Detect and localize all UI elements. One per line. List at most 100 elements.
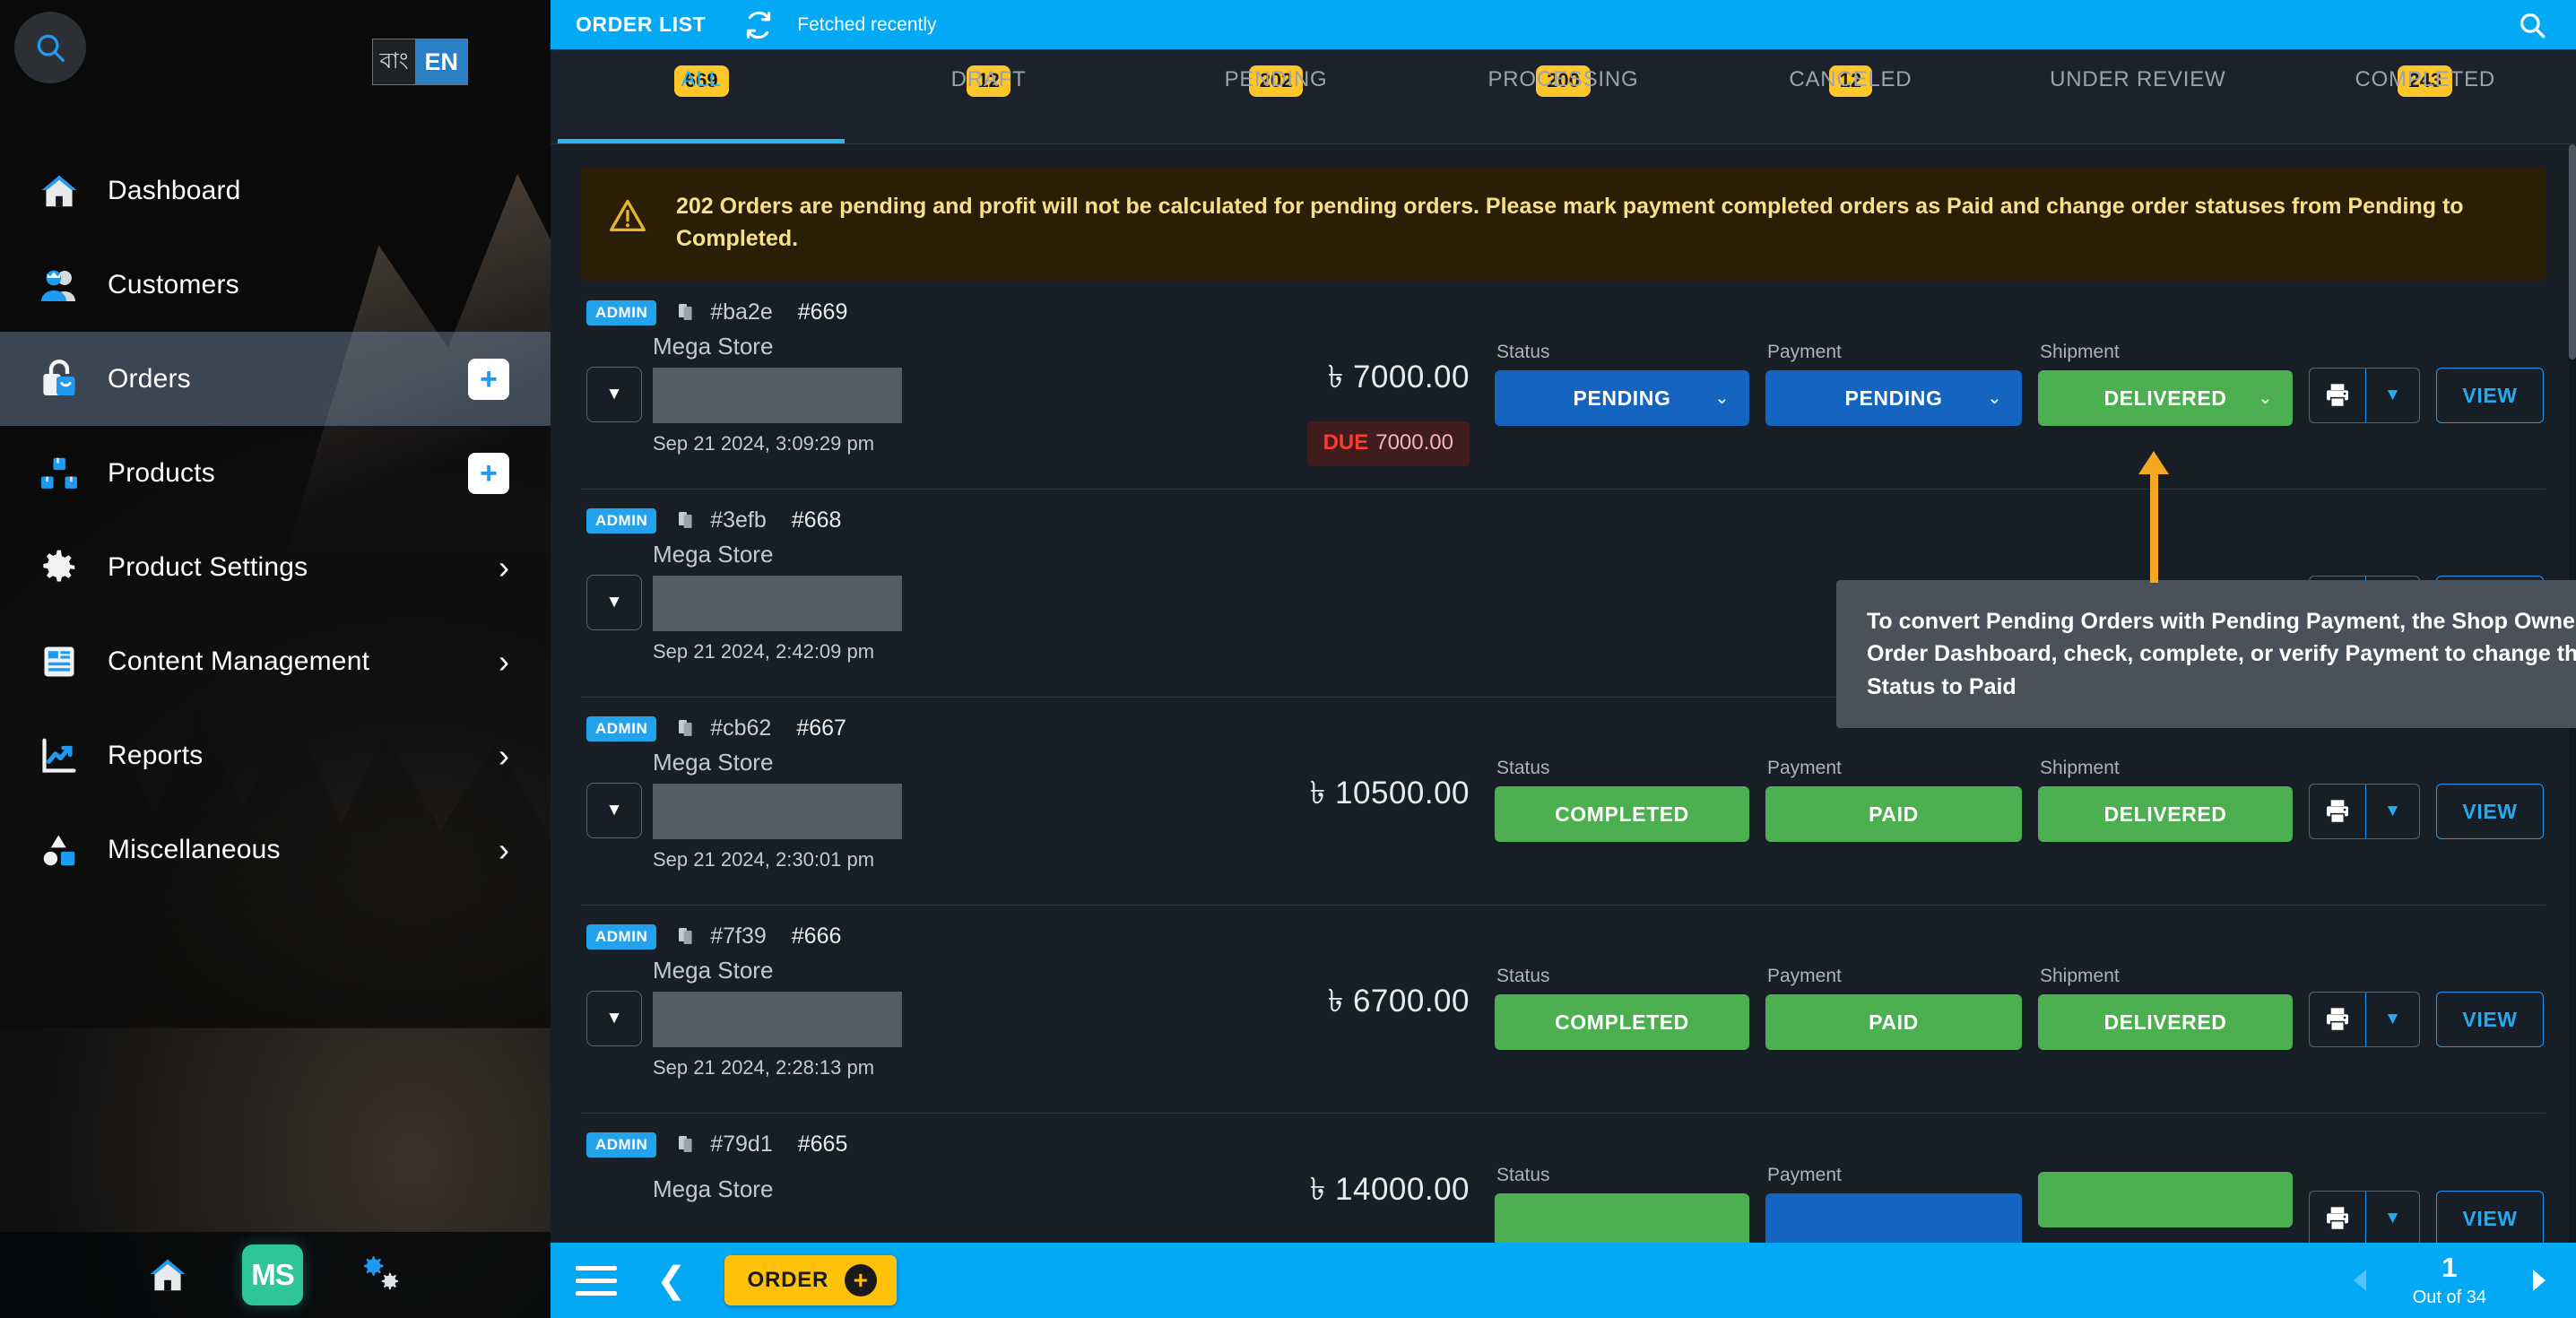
sidebar-nav: Dashboard Customers Orders + Products + … <box>0 143 551 897</box>
order-row-header: ADMIN #79d1 #665 <box>581 1124 2546 1159</box>
copy-icon[interactable] <box>676 926 698 948</box>
sidebar-item-product-settings[interactable]: Product Settings › <box>0 520 551 614</box>
order-number: #669 <box>797 299 848 325</box>
language-option-bangla[interactable]: বাং <box>372 39 416 84</box>
shipment-control <box>2038 1165 2293 1227</box>
table-row[interactable]: ADMIN #cb62 #667 ▼ Mega Store Sep 21 202… <box>581 698 2546 906</box>
footer-settings-button[interactable] <box>357 1255 403 1295</box>
print-button[interactable] <box>2310 785 2365 838</box>
scrollbar-thumb[interactable] <box>2569 144 2576 360</box>
payment-dropdown[interactable]: PAID <box>1765 786 2022 842</box>
order-amount-column: ৳ 10500.00 <box>940 749 1495 821</box>
page-indicator: 1 Out of 34 <box>2413 1253 2486 1308</box>
print-options-button[interactable]: ▼ <box>2365 369 2419 422</box>
payment-control: Payment PENDING ⌄ <box>1765 342 2022 426</box>
tab-draft[interactable]: 12 DRAFT <box>845 48 1132 143</box>
alert-message: 202 Orders are pending and profit will n… <box>676 194 2464 251</box>
add-product-button[interactable]: + <box>468 452 509 494</box>
order-left-column: ▼ Mega Store Sep 21 2024, 2:30:01 pm <box>581 749 940 871</box>
store-name: Mega Store <box>653 333 774 360</box>
tab-under-review[interactable]: UNDER REVIEW <box>1994 48 2281 143</box>
view-button[interactable]: VIEW <box>2436 1191 2544 1243</box>
footer-home-button[interactable] <box>147 1254 188 1296</box>
view-button[interactable]: VIEW <box>2436 784 2544 839</box>
sidebar-item-reports[interactable]: Reports › <box>0 708 551 802</box>
due-badge: DUE 7000.00 <box>1306 421 1470 466</box>
sidebar-item-miscellaneous[interactable]: Miscellaneous › <box>0 802 551 897</box>
expand-row-button[interactable]: ▼ <box>586 366 642 422</box>
expand-row-button[interactable]: ▼ <box>586 990 642 1046</box>
app-logo[interactable]: MS <box>242 1244 303 1305</box>
order-number: #665 <box>797 1132 848 1157</box>
gear-icon <box>34 542 84 593</box>
sidebar-item-orders[interactable]: Orders + <box>0 332 551 426</box>
sidebar-search-button[interactable] <box>14 12 86 83</box>
shipment-dropdown[interactable] <box>2038 1172 2293 1227</box>
main-panel: ORDER LIST Fetched recently 669 ALL 12 D… <box>551 0 2576 1318</box>
add-order-button[interactable]: + <box>468 358 509 400</box>
tab-canceled[interactable]: 12 CANCELED <box>1707 48 1994 143</box>
print-options-button[interactable]: ▼ <box>2365 785 2419 838</box>
print-button[interactable] <box>2310 993 2365 1046</box>
copy-icon[interactable] <box>676 510 698 532</box>
order-hash: #cb62 <box>710 715 772 741</box>
tab-all[interactable]: 669 ALL <box>558 48 846 143</box>
header-search-button[interactable] <box>2517 10 2547 40</box>
shipment-dropdown[interactable]: DELIVERED <box>2038 786 2293 842</box>
refresh-button[interactable] <box>743 10 774 40</box>
sidebar-item-content-management[interactable]: Content Management › <box>0 614 551 708</box>
status-dropdown[interactable]: PENDING ⌄ <box>1495 370 1749 426</box>
tab-label: UNDER REVIEW <box>2050 67 2226 91</box>
table-row[interactable]: ADMIN #79d1 #665 ▼ Mega Store <box>581 1114 2546 1243</box>
print-options-button[interactable]: ▼ <box>2365 993 2419 1046</box>
status-dropdown[interactable] <box>1495 1193 1749 1243</box>
language-option-english[interactable]: EN <box>415 39 467 84</box>
hamburger-icon <box>576 1265 617 1270</box>
sidebar-item-products[interactable]: Products + <box>0 426 551 520</box>
shipment-value: DELIVERED <box>2103 386 2227 410</box>
order-hash: #3efb <box>710 507 767 533</box>
view-button[interactable]: VIEW <box>2436 992 2544 1047</box>
status-dropdown[interactable]: COMPLETED <box>1495 786 1749 842</box>
print-button[interactable] <box>2310 1192 2365 1243</box>
tab-completed[interactable]: 243 COMPLETED <box>2282 48 2569 143</box>
payment-dropdown[interactable]: PENDING ⌄ <box>1765 370 2022 426</box>
order-hash: #79d1 <box>710 1132 773 1157</box>
payment-control: Payment PAID <box>1765 966 2022 1050</box>
view-button[interactable]: VIEW <box>2436 368 2544 423</box>
warning-triangle-icon <box>608 196 664 240</box>
print-button[interactable] <box>2310 369 2365 422</box>
payment-label: Payment <box>1767 758 1842 778</box>
order-row-header: ADMIN #3efb #668 <box>581 500 2546 535</box>
table-row[interactable]: ADMIN #ba2e #669 ▼ Mega Store Sep 21 202… <box>581 282 2546 490</box>
payment-dropdown[interactable]: PAID <box>1765 994 2022 1050</box>
status-dropdown[interactable]: COMPLETED <box>1495 994 1749 1050</box>
copy-icon[interactable] <box>676 302 698 324</box>
payment-dropdown[interactable] <box>1765 1193 2022 1243</box>
print-group: ▼ <box>2309 368 2420 423</box>
order-left-column: ▼ Mega Store Sep 21 2024, 2:42:09 pm <box>581 541 940 663</box>
shipment-dropdown[interactable]: DELIVERED <box>2038 994 2293 1050</box>
table-row[interactable]: ADMIN #7f39 #666 ▼ Mega Store Sep 21 202… <box>581 906 2546 1114</box>
print-options-button[interactable]: ▼ <box>2365 1192 2419 1243</box>
tab-pending[interactable]: 202 PENDING <box>1132 48 1419 143</box>
copy-icon[interactable] <box>676 718 698 740</box>
next-page-button[interactable] <box>2528 1267 2551 1294</box>
create-order-button[interactable]: ORDER + <box>724 1255 898 1305</box>
tab-processing[interactable]: 200 PROCESSING <box>1419 48 1706 143</box>
print-group: ▼ <box>2309 992 2420 1047</box>
order-number: #668 <box>791 507 842 533</box>
sidebar-item-label: Orders <box>108 363 191 394</box>
status-control: Status COMPLETED <box>1495 758 1749 842</box>
back-button[interactable]: ❮ <box>656 1262 687 1298</box>
expand-row-button[interactable]: ▼ <box>586 782 642 838</box>
sidebar-item-dashboard[interactable]: Dashboard <box>0 143 551 238</box>
copy-icon[interactable] <box>676 1134 698 1156</box>
previous-page-button[interactable] <box>2348 1267 2372 1294</box>
shipment-dropdown[interactable]: DELIVERED ⌄ <box>2038 370 2293 426</box>
menu-button[interactable] <box>576 1265 617 1296</box>
sidebar-item-customers[interactable]: Customers <box>0 238 551 332</box>
language-toggle[interactable]: বাং EN <box>371 39 468 85</box>
bottom-action-bar: ❮ ORDER + 1 Out of 34 <box>551 1243 2576 1318</box>
expand-row-button[interactable]: ▼ <box>586 574 642 630</box>
